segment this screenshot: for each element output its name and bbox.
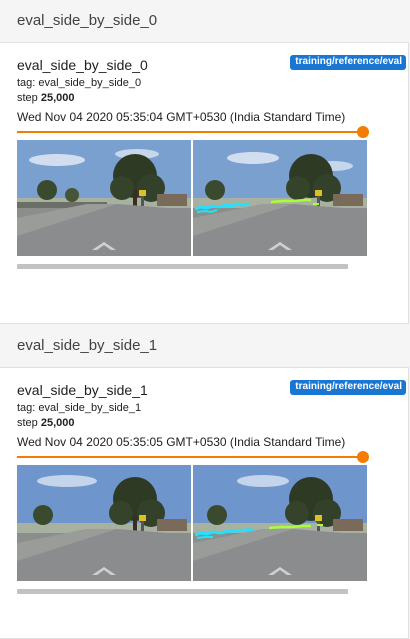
road-image-right-lidar	[193, 140, 367, 256]
section-header[interactable]: eval_side_by_side_0	[0, 0, 410, 42]
step-prefix: step	[17, 417, 41, 429]
tag-label: tag: eval_side_by_side_0	[17, 77, 142, 89]
step-prefix: step	[17, 92, 41, 104]
road-image-right-lidar	[193, 465, 367, 581]
step-slider[interactable]	[17, 126, 369, 138]
road-image-left	[17, 140, 191, 256]
run-badge: training/reference/eval	[290, 380, 406, 395]
run-badge: training/reference/eval	[290, 55, 406, 70]
card-title: eval_side_by_side_1	[17, 382, 148, 398]
slider-knob[interactable]	[357, 451, 369, 463]
step-label: step 25,000	[17, 417, 75, 429]
slider-knob[interactable]	[357, 126, 369, 138]
image-card: eval_side_by_side_1 training/reference/e…	[0, 367, 409, 639]
timestamp: Wed Nov 04 2020 05:35:05 GMT+0530 (India…	[17, 435, 346, 449]
horizontal-scrollbar[interactable]	[17, 264, 348, 269]
section-eval-side-by-side-0: eval_side_by_side_0 eval_side_by_side_0 …	[0, 0, 410, 324]
image-card: eval_side_by_side_0 training/reference/e…	[0, 42, 409, 324]
image-pair	[17, 140, 367, 256]
tag-label: tag: eval_side_by_side_1	[17, 402, 142, 414]
step-label: step 25,000	[17, 92, 75, 104]
road-image-left	[17, 465, 191, 581]
step-value: 25,000	[40, 417, 75, 429]
image-pair	[17, 465, 367, 581]
section-eval-side-by-side-1: eval_side_by_side_1 eval_side_by_side_1 …	[0, 325, 410, 639]
step-value: 25,000	[40, 92, 75, 104]
timestamp: Wed Nov 04 2020 05:35:04 GMT+0530 (India…	[17, 110, 346, 124]
step-slider[interactable]	[17, 451, 369, 463]
section-header[interactable]: eval_side_by_side_1	[0, 325, 410, 367]
card-title: eval_side_by_side_0	[17, 57, 148, 73]
horizontal-scrollbar[interactable]	[17, 589, 348, 594]
